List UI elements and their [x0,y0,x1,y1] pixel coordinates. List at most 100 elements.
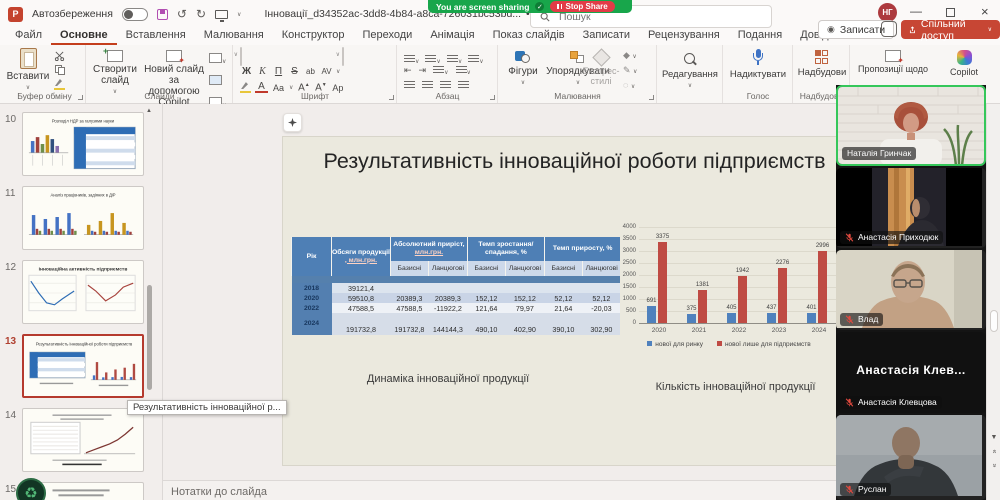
thumbnail-slide-12[interactable]: 12Інноваційна активність підприємств [0,260,163,326]
slide-number: 11 [5,188,15,199]
main-scrollbar[interactable]: ▼ « » [986,104,1000,500]
slide-table[interactable]: РікОбсяги продукції, млн.грн.Абсолютний … [291,237,620,335]
notes-placeholder[interactable]: Нотатки до слайда [171,486,267,498]
thumbnail-slide-14[interactable]: 14 [0,408,163,474]
addins-button[interactable]: Надбудови [796,50,848,78]
designer-sparkle-button[interactable] [283,113,302,132]
shape-effects-icon[interactable]: ◌ ∨ [623,80,637,90]
redo-icon[interactable]: ↻ [196,8,206,20]
bar-chart[interactable]: 4000350030002500200015001000500069133752… [617,221,841,371]
align-right-icon[interactable] [440,81,451,89]
table-caption[interactable]: Динаміка інноваційної продукції [338,373,558,385]
tab-Основне[interactable]: Основне [51,28,117,45]
svg-text:Результативність інноваційної: Результативність інноваційної роботи під… [36,341,133,346]
tab-Подання[interactable]: Подання [729,28,791,45]
paste-button[interactable]: Вставити ∨ [8,48,48,91]
participant-name-label: Наталія Гринчак [842,147,916,160]
share-button[interactable]: Спільний доступ ∨ [901,20,1000,39]
align-left-icon[interactable] [404,81,415,89]
font-name-select[interactable] [240,47,242,66]
tab-Малювання[interactable]: Малювання [195,28,273,45]
toolbar-chevron-icon[interactable]: ∨ [237,11,241,18]
bold-icon[interactable]: Ж [240,66,253,77]
increase-indent-icon[interactable]: ⇥ [419,65,427,76]
toggle-knob [124,10,133,19]
slide-thumbnail-image[interactable] [22,408,144,472]
slides-group-label: Слайди [87,91,232,101]
dictate-button[interactable]: Надиктувати [726,49,790,80]
thumbnail-slide-10[interactable]: 10Розподіл НДР за галузями науки [0,112,163,178]
chart-caption[interactable]: Кількість інноваційної продукції [628,381,843,393]
save-icon[interactable] [157,9,168,20]
participant-tile-2[interactable]: Анастасія Приходюк [836,168,986,248]
table-header-year: Рік [292,237,332,276]
participant-tile-4[interactable]: Анастасія Клев...Анастасія Клевцова [836,332,986,413]
participant-display-name: Анастасія Клев... [836,363,986,377]
underline-icon[interactable]: П [272,66,285,77]
clipboard-dialog-launcher[interactable] [78,95,83,100]
font-dialog-launcher[interactable] [389,95,394,100]
thumbnail-slide-11[interactable]: 11 Аналіз працівників, задіяних в ДіР [0,186,163,252]
slide-title[interactable]: Результативність інноваційної роботи під… [303,149,846,174]
format-painter-icon[interactable] [54,79,65,90]
slides-group: + Створити слайд ∨ ✦ Новий слайд за допо… [87,45,233,103]
character-spacing-icon[interactable]: AV [320,67,333,76]
tab-Переходи[interactable]: Переходи [353,28,421,45]
paragraph-dialog-launcher[interactable] [490,95,495,100]
slide-thumbnail-image[interactable]: Результативність інноваційної роботи під… [22,334,144,398]
slide-canvas[interactable]: Результативність інноваційної роботи під… [282,136,867,466]
tab-Файл[interactable]: Файл [6,28,51,45]
comments-button[interactable] [881,21,897,37]
previous-slide-icon[interactable]: « [987,448,1000,455]
tab-Показ слайдів[interactable]: Показ слайдів [484,28,574,45]
drawing-group: Фігури ∨ Упорядкувати ∨ Експрес-стилі ◆ … [499,45,657,103]
start-presentation-icon[interactable] [215,10,228,19]
undo-icon[interactable]: ↺ [177,8,187,20]
italic-icon[interactable]: К [256,66,269,77]
subscript-icon[interactable]: ab [304,67,317,76]
shapes-button[interactable]: Фігури ∨ [501,51,545,86]
participant-tile-5[interactable]: Руслан [836,415,986,500]
main-scrollbar-thumb[interactable] [990,310,998,332]
slide-layout-icon[interactable]: ∨ [209,50,226,68]
copy-icon[interactable] [55,65,65,75]
scroll-down-icon[interactable]: ▼ [987,434,1000,441]
copilot-button[interactable]: Copilot [939,50,989,77]
font-size-select[interactable] [342,47,344,66]
align-center-icon[interactable] [422,81,433,89]
shape-fill-icon[interactable]: ◆ ∨ [623,50,637,61]
tab-Рецензування[interactable]: Рецензування [639,28,729,45]
reset-slide-icon[interactable] [209,72,226,90]
shape-outline-icon[interactable]: ✎ ∨ [623,65,637,76]
new-slide-button[interactable]: + Створити слайд ∨ [89,50,141,95]
decrease-indent-icon[interactable]: ⇤ [404,65,412,76]
drawing-dialog-launcher[interactable] [649,95,654,100]
tab-Вставлення[interactable]: Вставлення [117,28,195,45]
suggestions-button[interactable]: ✦ Пропозиції щодо [851,50,935,74]
autosave-toggle[interactable] [122,8,148,21]
gridline [639,227,839,228]
tab-Записати[interactable]: Записати [574,28,639,45]
editing-button[interactable]: Редагування ∨ [660,53,720,89]
thumbnail-slide-13[interactable]: 13Результативність інноваційної роботи п… [0,334,163,400]
tab-Анімація[interactable]: Анімація [421,28,483,45]
bar-2022-series1 [727,313,736,323]
cut-icon[interactable] [54,51,65,61]
tab-Конструктор[interactable]: Конструктор [273,28,354,45]
columns-icon[interactable]: ∨ [433,66,448,76]
slide-thumbnail-image[interactable]: Інноваційна активність підприємств [22,260,144,324]
minimize-button[interactable]: — [910,4,922,18]
text-direction-icon[interactable]: ∨ [456,66,471,76]
next-slide-icon[interactable]: » [987,462,1000,469]
slide-thumbnail-image[interactable]: Розподіл НДР за галузями науки [22,112,144,176]
strikethrough-icon[interactable]: S [288,66,301,77]
quick-styles-button[interactable]: Експрес-стилі [583,51,619,86]
justify-icon[interactable] [458,81,469,89]
table-row: 201839121,4 [292,283,621,293]
stop-share-button[interactable]: Stop Share [550,1,614,12]
participant-tile-3[interactable]: Влад [836,250,986,330]
slide-thumbnail-image[interactable]: Аналіз працівників, задіяних в ДіР [22,186,144,250]
participant-tile-1[interactable]: Наталія Гринчак [836,85,986,166]
table-group-header: Абсолютний приріст,млн.грн. [390,237,467,261]
participant-name-label: Руслан [840,483,891,496]
